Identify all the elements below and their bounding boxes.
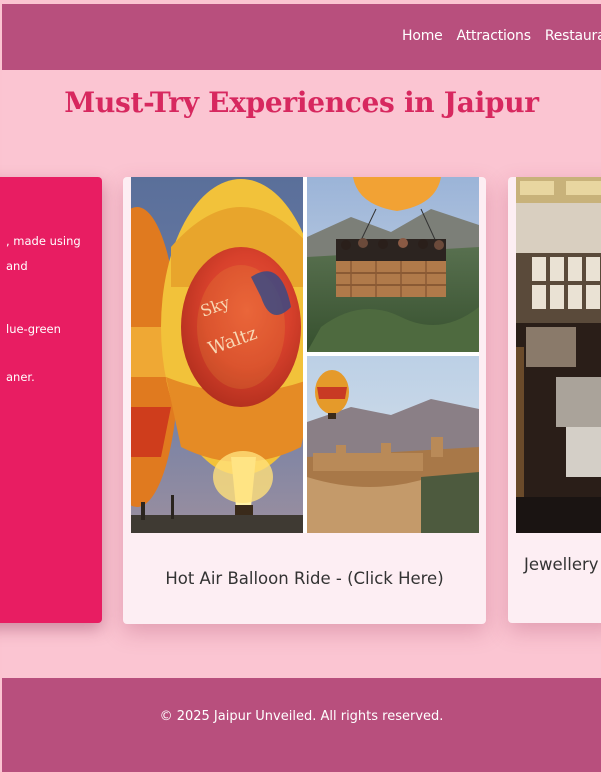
experience-card-left[interactable]: , made using and lue-green aner. (0, 177, 102, 623)
card-description-line: , made using (6, 234, 81, 248)
card-description-line: lue-green (6, 322, 61, 336)
jewellery-store-image (516, 177, 601, 533)
card-description-line: aner. (6, 370, 35, 384)
experiences-section: Must-Try Experiences in Jaipur , made us… (0, 70, 601, 678)
navbar: Home Attractions Restaurants (2, 4, 601, 70)
nav-links: Home Attractions Restaurants (402, 28, 601, 44)
jewellery-card[interactable]: Jewellery (508, 177, 601, 623)
footer: © 2025 Jaipur Unveiled. All rights reser… (2, 678, 601, 772)
nav-link-restaurants[interactable]: Restaurants (545, 28, 601, 44)
page-title: Must-Try Experiences in Jaipur (64, 86, 539, 119)
hot-air-balloon-card[interactable]: Sky Waltz Hot Air Balloon Ride - (Click … (123, 177, 486, 624)
card-description-line: and (6, 259, 28, 273)
card-title[interactable]: Jewellery (524, 555, 599, 574)
nav-link-home[interactable]: Home (402, 28, 443, 44)
balloon-collage: Sky Waltz (123, 177, 479, 533)
page-frame: Home Attractions Restaurants Must-Try Ex… (0, 0, 601, 772)
jewellery-image[interactable] (516, 177, 601, 533)
card-title[interactable]: Hot Air Balloon Ride - (Click Here) (123, 569, 486, 588)
hot-air-balloon-image[interactable]: Sky Waltz (123, 177, 479, 533)
nav-link-attractions[interactable]: Attractions (457, 28, 531, 44)
footer-copyright: © 2025 Jaipur Unveiled. All rights reser… (159, 709, 444, 724)
